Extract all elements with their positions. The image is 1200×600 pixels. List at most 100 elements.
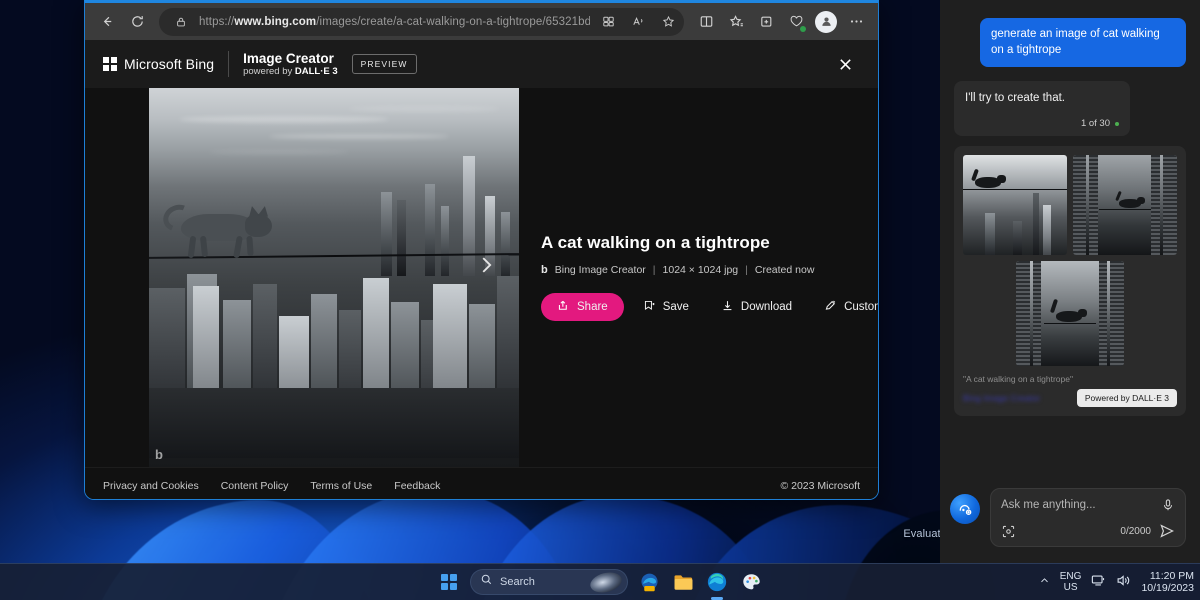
image-thumbnail-grid [963,155,1177,255]
close-icon[interactable] [830,49,860,79]
send-icon[interactable] [1159,523,1175,539]
action-buttons: Share Save Dow [541,293,879,321]
paint-taskbar-icon[interactable] [738,569,764,595]
image-thumbnail-3[interactable] [1016,261,1124,366]
image-card-link[interactable]: Bing Image Creator [963,393,1040,403]
search-icon [480,573,493,591]
clock[interactable]: 11:20 PM 10/19/2023 [1141,570,1194,594]
windows-taskbar: Search [0,563,1200,600]
preview-badge: PREVIEW [352,54,417,74]
clock-date: 10/19/2023 [1141,582,1194,594]
page-title: A cat walking on a tightrope [541,233,879,253]
share-button-label: Share [577,301,608,313]
message-counter-row: 1 of 30 [965,118,1119,129]
browser-toolbar: https://www.bing.com/images/create/a-cat… [85,3,878,40]
image-creator-title: Image Creator [243,51,338,66]
image-card-footer: Bing Image Creator Powered by DALL·E 3 [963,389,1177,407]
image-thumbnail-1[interactable] [963,155,1067,255]
refresh-icon[interactable] [123,8,151,36]
assistant-message-bubble: I'll try to create that. 1 of 30 [954,81,1130,136]
customize-button[interactable]: Customize [811,293,879,321]
footer-link-privacy[interactable]: Privacy and Cookies [103,480,199,492]
chat-composer[interactable]: 0/2000 [990,488,1186,547]
image-creator-title-block: Image Creator powered by DALL·E 3 [243,51,338,78]
footer-link-terms[interactable]: Terms of Use [310,480,372,492]
split-screen-button-icon[interactable] [692,8,720,36]
header-divider [228,51,229,77]
customize-icon [824,299,837,315]
creation-timestamp: Created now [755,264,815,276]
profile-avatar-icon[interactable] [815,11,837,33]
network-icon[interactable] [1091,574,1106,590]
footer-link-feedback[interactable]: Feedback [394,480,440,492]
page-footer: Privacy and Cookies Content Policy Terms… [85,467,878,500]
taskbar-center-group: Search [436,569,764,595]
dalle-brand-label: DALL·E 3 [295,66,338,77]
more-options-icon[interactable] [842,8,870,36]
download-button-label: Download [741,301,792,313]
volume-icon[interactable] [1116,574,1131,590]
save-icon [643,299,656,315]
generated-image[interactable]: b [149,88,519,467]
dalle-badge: Powered by DALL·E 3 [1077,389,1177,407]
url-text: https://www.bing.com/images/create/a-cat… [199,16,590,28]
meta-separator-1: | [653,264,656,276]
image-results-card: "A cat walking on a tightrope" Bing Imag… [954,146,1186,416]
file-explorer-taskbar-icon[interactable] [670,569,696,595]
chat-thread: generate an image of cat walking on a ti… [940,0,1200,476]
copilot-orb-icon[interactable] [950,494,980,524]
back-arrow-icon[interactable] [93,8,121,36]
browser-essentials-icon[interactable] [782,8,810,36]
browser-essentials-status-dot [800,26,806,32]
microphone-icon[interactable] [1161,498,1175,512]
message-counter: 1 of 30 [1081,118,1110,129]
user-message-bubble: generate an image of cat walking on a ti… [980,18,1186,67]
cat-subject [163,200,281,258]
system-tray: ENG US 11:20 PM 10/19/2023 [1039,570,1194,594]
edge-dev-taskbar-icon[interactable] [636,569,662,595]
creation-dimensions: 1024 × 1024 jpg [663,264,739,276]
favorites-icon[interactable] [722,8,750,36]
character-counter: 0/2000 [1120,526,1151,537]
microsoft-logo-icon [103,57,117,71]
add-image-icon[interactable] [1001,524,1016,539]
split-screen-icon[interactable] [596,10,620,34]
bing-image-creator-page: Microsoft Bing Image Creator powered by … [85,40,878,500]
download-button[interactable]: Download [708,293,805,321]
show-hidden-icons-icon[interactable] [1039,575,1050,589]
browser-window: https://www.bing.com/images/create/a-cat… [84,0,879,500]
language-indicator[interactable]: ENG US [1060,571,1082,593]
bing-page-header: Microsoft Bing Image Creator powered by … [85,40,878,88]
bing-brand-label: Microsoft Bing [124,56,214,72]
meta-separator-2: | [745,264,748,276]
footer-link-content-policy[interactable]: Content Policy [221,480,289,492]
generated-image-pane[interactable]: b [149,88,519,467]
collections-icon[interactable] [752,8,780,36]
assistant-message-text: I'll try to create that. [965,91,1119,106]
language-line-2: US [1060,582,1082,593]
save-button-label: Save [663,301,689,313]
creation-metadata: b Bing Image Creator | 1024 × 1024 jpg |… [541,264,879,276]
download-icon [721,299,734,315]
search-placeholder-label: Search [500,576,535,588]
share-icon [557,299,570,315]
taskbar-search[interactable]: Search [470,569,628,595]
read-aloud-icon[interactable] [626,10,650,34]
star-icon[interactable] [656,10,680,34]
windows-logo-icon [441,574,457,590]
microsoft-bing-logo[interactable]: Microsoft Bing [103,56,214,72]
chat-composer-row: 0/2000 [940,476,1200,563]
creation-source: Bing Image Creator [555,264,646,276]
save-button[interactable]: Save [630,293,702,321]
share-button[interactable]: Share [541,293,624,321]
clock-time: 11:20 PM [1141,570,1194,582]
footer-copyright: © 2023 Microsoft [780,480,860,492]
creation-info-pane: A cat walking on a tightrope b Bing Imag… [519,88,879,467]
next-image-arrow-icon[interactable] [469,248,503,282]
lock-icon [169,10,193,34]
start-button[interactable] [436,569,462,595]
search-input[interactable] [1001,499,1161,511]
image-thumbnail-2[interactable] [1073,155,1177,255]
microsoft-edge-taskbar-icon[interactable] [704,569,730,595]
address-bar[interactable]: https://www.bing.com/images/create/a-cat… [159,8,684,36]
